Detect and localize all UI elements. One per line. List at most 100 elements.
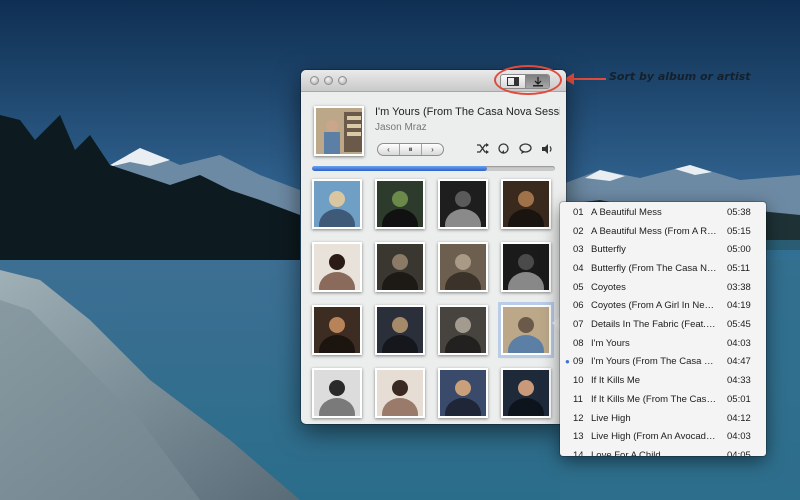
album-tile[interactable]	[312, 179, 362, 229]
annotation-arrow-icon	[564, 73, 606, 85]
song-duration: 04:12	[727, 412, 751, 424]
album-cover-13	[314, 370, 360, 416]
album-grid	[312, 179, 555, 418]
repeat-icon[interactable]	[497, 143, 510, 155]
album-tile[interactable]	[501, 305, 551, 355]
song-row[interactable]: 08 I'm Yours 04:03	[560, 334, 766, 353]
shuffle-icon[interactable]	[476, 143, 489, 154]
album-tile[interactable]	[312, 368, 362, 418]
pause-button[interactable]: ⏸	[399, 144, 421, 155]
song-duration: 04:05	[727, 449, 751, 456]
song-duration: 04:33	[727, 375, 751, 387]
close-window-icon[interactable]	[310, 76, 319, 85]
song-row[interactable]: 14 Love For A Child 04:05	[560, 446, 766, 456]
song-number: 01	[573, 206, 584, 218]
album-tile[interactable]	[438, 305, 488, 355]
song-duration: 05:38	[727, 206, 751, 218]
song-row[interactable]: 03 Butterfly 05:00	[560, 240, 766, 259]
album-tile[interactable]	[312, 305, 362, 355]
song-name: Coyotes	[591, 281, 626, 293]
album-cover-16	[503, 370, 549, 416]
song-name: Live High	[591, 412, 631, 424]
song-row[interactable]: 12 Live High 04:12	[560, 409, 766, 428]
song-name: If It Kills Me	[591, 375, 641, 387]
playback-progress-fill	[312, 166, 487, 171]
minimize-window-icon[interactable]	[324, 76, 333, 85]
album-cover-8	[503, 244, 549, 290]
song-number: 03	[573, 244, 584, 256]
previous-track-button[interactable]: ‹	[378, 144, 399, 155]
now-playing-artwork[interactable]	[314, 106, 364, 156]
song-number: 06	[573, 300, 584, 312]
album-cover-14	[377, 370, 423, 416]
playback-progress-bar[interactable]	[312, 166, 555, 171]
song-row[interactable]: 10 If It Kills Me 04:33	[560, 371, 766, 390]
song-row[interactable]: 05 Coyotes 03:38	[560, 278, 766, 297]
album-tile[interactable]	[501, 368, 551, 418]
album-tile[interactable]	[438, 242, 488, 292]
album-cover-2	[377, 181, 423, 227]
song-number: 09	[573, 356, 584, 368]
song-name: A Beautiful Mess (From A Ra...	[591, 225, 717, 237]
track-artist: Jason Mraz	[375, 122, 427, 133]
album-tile[interactable]	[312, 242, 362, 292]
chat-icon[interactable]	[519, 143, 532, 155]
song-name: Live High (From An Avocado...	[591, 431, 717, 443]
song-row[interactable]: 07 Details In The Fabric (Feat. J... 05:45	[560, 315, 766, 334]
song-row[interactable]: 04 Butterfly (From The Casa No... 05:11	[560, 259, 766, 278]
song-number: 14	[573, 449, 584, 456]
song-number: 08	[573, 337, 584, 349]
song-number: 10	[573, 375, 584, 387]
song-number: 02	[573, 225, 584, 237]
album-tile[interactable]	[438, 368, 488, 418]
transport-controls: ‹ ⏸ ›	[377, 143, 444, 156]
song-number: 12	[573, 412, 584, 424]
song-list-popover[interactable]: 01 A Beautiful Mess 05:38 02 A Beautiful Mes…	[560, 202, 766, 456]
player-window: I'm Yours (From The Casa Nova Sessions) …	[301, 70, 566, 424]
album-tile[interactable]	[501, 179, 551, 229]
annotation-text: Sort by album or artist	[609, 70, 751, 83]
song-name: I'm Yours	[591, 337, 630, 349]
song-row[interactable]: 13 Live High (From An Avocado... 04:03	[560, 427, 766, 446]
song-name: If It Kills Me (From The Casa...	[591, 393, 717, 405]
album-artwork-icon	[316, 108, 362, 154]
song-row[interactable]: ● 09 I'm Yours (From The Casa N... 04:47	[560, 353, 766, 372]
album-cover-5	[314, 244, 360, 290]
volume-icon[interactable]	[541, 143, 554, 155]
album-tile[interactable]	[375, 242, 425, 292]
song-number: 05	[573, 281, 584, 293]
song-row[interactable]: 06 Coyotes (From A Girl In New... 04:19	[560, 297, 766, 316]
song-name: Coyotes (From A Girl In New...	[591, 300, 717, 312]
next-track-button[interactable]: ›	[421, 144, 443, 155]
track-title: I'm Yours (From The Casa Nova Sessions)	[375, 106, 560, 118]
album-cover-10	[377, 307, 423, 353]
album-cover-11	[440, 307, 486, 353]
song-number: 07	[573, 319, 584, 331]
album-cover-15	[440, 370, 486, 416]
zoom-window-icon[interactable]	[338, 76, 347, 85]
song-duration: 05:00	[727, 244, 751, 256]
album-tile[interactable]	[501, 242, 551, 292]
song-row[interactable]: 11 If It Kills Me (From The Casa... 05:01	[560, 390, 766, 409]
song-duration: 05:11	[727, 262, 751, 274]
album-tile[interactable]	[375, 179, 425, 229]
album-cover-7	[440, 244, 486, 290]
album-tile[interactable]	[375, 368, 425, 418]
song-duration: 04:19	[727, 300, 751, 312]
song-number: 11	[573, 393, 583, 405]
album-cover-12	[503, 307, 549, 353]
song-row[interactable]: 02 A Beautiful Mess (From A Ra... 05:15	[560, 222, 766, 241]
song-name: I'm Yours (From The Casa N...	[591, 356, 717, 368]
album-tile[interactable]	[438, 179, 488, 229]
album-cover-3	[440, 181, 486, 227]
song-number: 13	[573, 431, 584, 443]
song-name: Details In The Fabric (Feat. J...	[591, 319, 717, 331]
song-duration: 05:45	[727, 319, 751, 331]
song-duration: 05:15	[727, 225, 751, 237]
song-duration: 04:03	[727, 431, 751, 443]
album-tile[interactable]	[375, 305, 425, 355]
song-row[interactable]: 01 A Beautiful Mess 05:38	[560, 203, 766, 222]
song-duration: 04:47	[727, 356, 751, 368]
song-list-pointer	[552, 316, 560, 330]
song-name: Butterfly (From The Casa No...	[591, 262, 717, 274]
